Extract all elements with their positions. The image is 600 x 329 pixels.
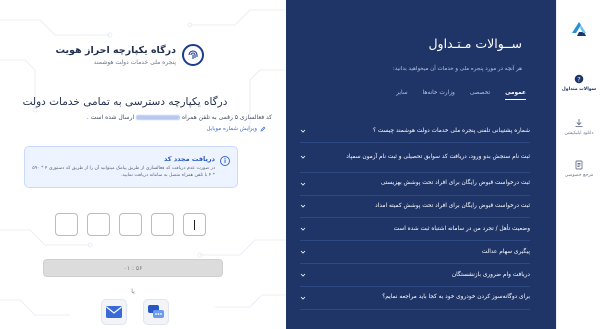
faq-panel: ســوالات مـتـداول هر آنچه در مورد پنجره … (286, 0, 556, 329)
faq-item[interactable]: دریافت وام ضروری بازنشستگان (300, 264, 530, 287)
faq-tabs: عمومی تخصصی وزارت خانه‌ها سایر (396, 90, 526, 100)
nav-item-faq[interactable]: ? سوالات متداول (557, 74, 600, 92)
chevron-down-icon (300, 250, 306, 254)
faq-item[interactable]: وضعیت تأهل / تجرد من در سامانه اشتباه ثب… (300, 218, 530, 242)
faq-question: ثبت درخواست قبوض رایگان برای افراد تحت پ… (375, 203, 530, 210)
brand: درگاه یکپارچه احراز هویت پنجره ملی خدمات… (55, 44, 204, 66)
faq-question: وضعیت تأهل / تجرد من در سامانه اشتباه ثب… (393, 225, 530, 232)
resend-code-title[interactable]: دریافت مجدد کد (164, 155, 215, 163)
faq-question: برای دوگانه‌سوز کردن خودروی خود به کجا ب… (382, 294, 530, 301)
nav-item-label: دانلود اپلیکیشن (564, 131, 594, 136)
faq-question: ثبت درخواست قبوض رایگان برای افراد تحت پ… (380, 180, 530, 187)
nav-item-label: مرجع خصوصی (564, 173, 594, 178)
edit-icon (260, 126, 266, 132)
faq-item[interactable]: پیگیری سهام عدالت (300, 241, 530, 264)
side-nav: ? سوالات متداول دانلود اپلیکیشن مرجع خصو… (556, 0, 600, 329)
chevron-down-icon (300, 227, 306, 231)
nav-item-private-reference[interactable]: مرجع خصوصی (557, 160, 600, 178)
info-icon: i (220, 156, 230, 166)
edit-phone-label: ویرایش شماره موبایل (206, 126, 257, 132)
brand-title: درگاه یکپارچه احراز هویت (55, 44, 177, 56)
otp-digit-input-focused[interactable] (183, 213, 206, 236)
sms-note-prefix: کد فعالسازی ۵ رقمی به تلفن همراه (181, 114, 272, 121)
otp-digit-input[interactable] (119, 213, 142, 236)
otp-digit-input[interactable] (87, 213, 110, 236)
chevron-down-icon (300, 182, 306, 186)
faq-question: شماره پشتیبانی تلفنی پنجره ملی خدمات دول… (373, 127, 530, 134)
faq-question: دریافت وام ضروری بازنشستگان (451, 271, 530, 278)
edit-phone-link[interactable]: ویرایش شماره موبایل (207, 126, 266, 132)
faq-question: پیگیری سهام عدالت (481, 248, 530, 255)
document-icon (575, 160, 583, 170)
faq-item[interactable]: ثبت درخواست قبوض رایگان برای افراد تحت پ… (300, 173, 530, 196)
faq-question: ثبت نام سنجش بدو ورود، دریافت کد سوابق ت… (346, 153, 530, 160)
svg-text:?: ? (577, 75, 580, 83)
tab-specialized[interactable]: تخصصی (470, 90, 490, 100)
countdown-timer-button[interactable]: ۰۱ : ۵۶ (43, 259, 223, 277)
faq-item[interactable]: ثبت درخواست قبوض رایگان برای افراد تحت پ… (300, 196, 530, 219)
chevron-down-icon (300, 205, 306, 209)
resend-code-body: در صورت عدم دریافت کد فعالسازی از طریق پ… (32, 166, 215, 179)
question-icon: ? (574, 74, 584, 84)
alternative-methods (101, 299, 169, 325)
sms-note-suffix: ارسال شده است . (86, 114, 135, 121)
chevron-down-icon (300, 296, 306, 300)
faq-description: هر آنچه در مورد پنجره ملی و خدمات آن میخ… (392, 66, 522, 72)
nav-item-label: سوالات متداول (561, 87, 597, 92)
chat-login-button[interactable] (143, 299, 169, 325)
download-icon (575, 119, 583, 127)
faq-list: شماره پشتیبانی تلفنی پنجره ملی خدمات دول… (300, 120, 530, 310)
otp-digit-input[interactable] (151, 213, 174, 236)
chevron-down-icon (300, 129, 306, 133)
tab-ministries[interactable]: وزارت خانه‌ها (423, 90, 455, 100)
envelope-icon (106, 306, 122, 318)
sms-note: کد فعالسازی ۵ رقمی به تلفن همراه ارسال ش… (22, 114, 272, 121)
chevron-down-icon (300, 156, 306, 159)
nav-item-download-app[interactable]: دانلود اپلیکیشن (557, 118, 600, 136)
tab-general[interactable]: عمومی (505, 90, 526, 100)
email-login-button[interactable] (101, 299, 127, 325)
chevron-down-icon (300, 273, 306, 277)
or-divider: یا (131, 288, 135, 295)
faq-item[interactable]: شماره پشتیبانی تلفنی پنجره ملی خدمات دول… (300, 120, 530, 143)
masked-phone-number (136, 115, 181, 120)
brand-subtitle: پنجره ملی خدمات دولت هوشمند (93, 58, 176, 66)
otp-input-row (55, 213, 207, 236)
login-panel: درگاه یکپارچه احراز هویت پنجره ملی خدمات… (0, 0, 286, 329)
national-portal-logo (572, 22, 586, 36)
faq-title: ســوالات مـتـداول (428, 36, 522, 51)
chat-bubbles-icon (148, 305, 164, 318)
otp-digit-input[interactable] (55, 213, 78, 236)
faq-item[interactable]: برای دوگانه‌سوز کردن خودروی خود به کجا ب… (300, 287, 530, 310)
resend-code-box[interactable]: i دریافت مجدد کد در صورت عدم دریافت کد ف… (24, 146, 238, 188)
page-title: درگاه یکپارچه دسترسی به تمامی خدمات دولت (22, 96, 228, 108)
tab-other[interactable]: سایر (396, 90, 407, 100)
fingerprint-icon (182, 44, 204, 66)
faq-item[interactable]: ثبت نام سنجش بدو ورود، دریافت کد سوابق ت… (300, 143, 530, 173)
